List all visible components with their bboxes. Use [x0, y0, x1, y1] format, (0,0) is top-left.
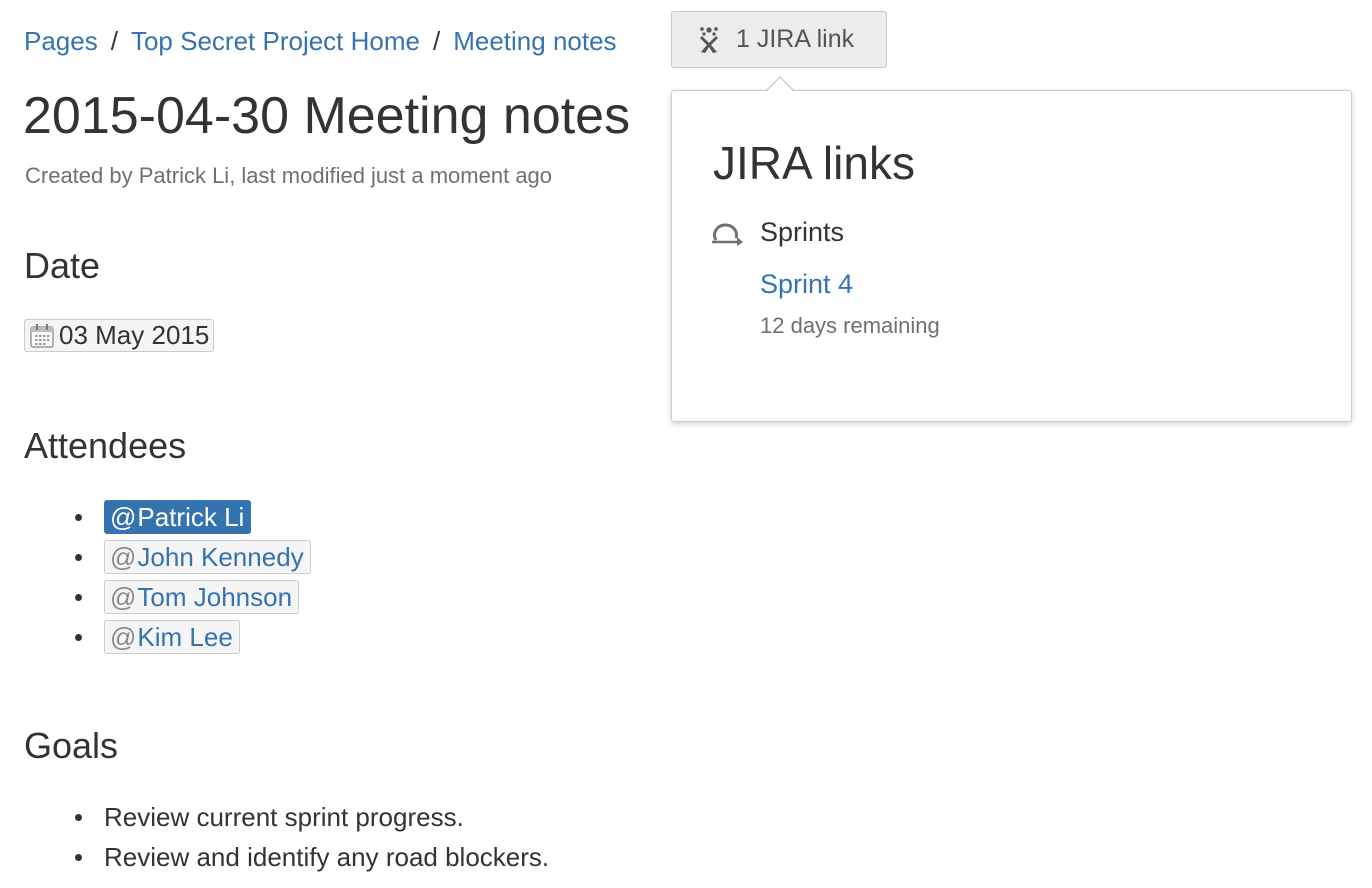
date-value: 03 May 2015 [59, 320, 210, 350]
mention-at-symbol: @ [110, 501, 137, 532]
sprints-group-label: Sprints [760, 217, 845, 247]
date-lozenge[interactable]: 03 May 2015 [24, 319, 215, 352]
breadcrumb-project-home[interactable]: Top Secret Project Home [131, 26, 420, 57]
user-mention-tom-johnson[interactable]: @ Tom Johnson [104, 580, 300, 614]
goal-text: Review and identify any road blockers. [104, 842, 550, 872]
bullet [75, 594, 82, 601]
mention-name: Tom Johnson [137, 581, 293, 612]
bullet [75, 814, 82, 821]
popup-title: JIRA links [713, 137, 915, 189]
date-heading: Date [24, 245, 101, 286]
jira-links-popup: JIRA links Sprints Sprint 4 12 days rema… [671, 90, 1352, 422]
sprints-group-header: Sprints [710, 217, 844, 248]
breadcrumb-separator: / [432, 25, 441, 56]
sprint-icon [710, 218, 746, 248]
bullet [75, 634, 82, 641]
jira-icon [696, 26, 722, 54]
sprint-remaining-text: 12 days remaining [760, 313, 940, 338]
goal-text: Review current sprint progress. [104, 802, 464, 832]
mention-name: John Kennedy [137, 541, 304, 572]
page-byline: Created by Patrick Li, last modified jus… [25, 163, 553, 188]
breadcrumb-pages[interactable]: Pages [24, 26, 98, 57]
mention-at-symbol: @ [110, 621, 137, 652]
mention-name: Patrick Li [137, 501, 245, 532]
breadcrumb-separator: / [110, 25, 118, 56]
page-title: 2015-04-30 Meeting notes [23, 87, 631, 145]
breadcrumb-meeting-notes[interactable]: Meeting notes [453, 26, 616, 57]
sprint-link[interactable]: Sprint 4 [760, 269, 853, 300]
calendar-icon [29, 323, 55, 349]
goals-heading: Goals [24, 725, 119, 766]
user-mention-patrick-li[interactable]: @ Patrick Li [104, 500, 252, 534]
popup-arrow-fill [766, 78, 794, 92]
bullet [75, 514, 82, 521]
jira-links-button[interactable]: 1 JIRA link [671, 11, 887, 68]
user-mention-john-kennedy[interactable]: @ John Kennedy [104, 540, 311, 574]
confluence-page: Pages / Top Secret Project Home / Meetin… [0, 0, 1372, 888]
bullet [75, 554, 82, 561]
mention-at-symbol: @ [110, 581, 137, 612]
jira-links-button-label: 1 JIRA link [736, 25, 855, 53]
breadcrumb: Pages / Top Secret Project Home / Meetin… [24, 22, 617, 60]
attendees-heading: Attendees [24, 425, 187, 466]
mention-name: Kim Lee [137, 621, 233, 652]
mention-at-symbol: @ [110, 541, 137, 572]
user-mention-kim-lee[interactable]: @ Kim Lee [104, 620, 240, 654]
bullet [75, 854, 82, 861]
